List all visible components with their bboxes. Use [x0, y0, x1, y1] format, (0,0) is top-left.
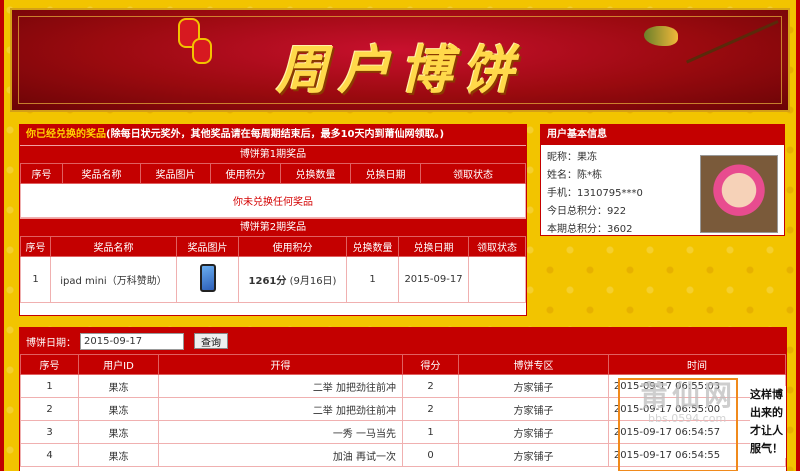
- record-user: 果冻: [78, 397, 159, 421]
- col-claim-status: 领取状态: [468, 236, 526, 257]
- col-index: 序号: [20, 163, 63, 184]
- period1-header-row: 序号 奖品名称 奖品图片 使用积分 兑换数量 兑换日期 领取状态: [20, 163, 526, 184]
- record-index: 1: [20, 374, 79, 398]
- date-input[interactable]: [80, 332, 184, 350]
- avatar: [700, 155, 778, 233]
- prizes-panel-header: 你已经兑换的奖品(除每日状元奖外，其他奖品请在每周期结束后，最多10天内到莆仙网…: [20, 125, 526, 145]
- col-prize-name: 奖品名称: [62, 163, 141, 184]
- record-user: 果冻: [78, 420, 159, 444]
- prize-date: 2015-09-17: [398, 256, 469, 303]
- period1-title: 博饼第1期奖品: [20, 145, 526, 163]
- col-redeem-date: 兑换日期: [398, 236, 469, 257]
- search-date-label: 博饼日期：: [26, 337, 76, 349]
- search-button[interactable]: 查询: [194, 333, 228, 349]
- col-redeem-date: 兑换日期: [350, 163, 421, 184]
- prizes-panel-note: (除每日状元奖外，其他奖品请在每周期结束后，最多10天内到莆仙网领取。): [106, 129, 445, 140]
- date-search-bar: 博饼日期： 查询: [20, 328, 786, 354]
- record-index: 3: [20, 420, 79, 444]
- record-result: 二举 加把劲往前冲: [158, 397, 403, 421]
- col-user-id: 用户ID: [78, 354, 159, 375]
- prize-name: ipad mini（万科赞助）: [50, 256, 177, 303]
- period2-table: 序号 奖品名称 奖品图片 使用积分 兑换数量 兑换日期 领取状态 1 ipad …: [20, 236, 526, 303]
- record-score: 2: [402, 397, 459, 421]
- prize-quantity: 1: [346, 256, 399, 303]
- col-index: 序号: [20, 354, 79, 375]
- record-index: 4: [20, 443, 79, 467]
- records-header-row: 序号 用户ID 开得 得分 博饼专区 时间: [20, 354, 786, 375]
- user-info-header: 用户基本信息: [541, 125, 784, 145]
- period2-title: 博饼第2期奖品: [20, 218, 526, 236]
- col-points-used: 使用积分: [238, 236, 347, 257]
- prizes-panel-title: 你已经兑换的奖品: [26, 129, 106, 140]
- record-result: 加油 再试一次: [158, 443, 403, 467]
- record-zone: 方家铺子: [458, 374, 609, 398]
- col-score: 得分: [402, 354, 459, 375]
- col-quantity: 兑换数量: [280, 163, 351, 184]
- user-info-panel: 用户基本信息 昵称：果冻 姓名：陈*栋 手机：1310795***0 今日总积分…: [540, 124, 785, 236]
- prize-status: [468, 256, 526, 303]
- header-banner: 周户博饼: [10, 8, 790, 112]
- points-date: (9月16日): [289, 276, 337, 287]
- empty-message: 你未兑换任何奖品: [20, 183, 526, 218]
- period2-header-row: 序号 奖品名称 奖品图片 使用积分 兑换数量 兑换日期 领取状态: [20, 236, 526, 257]
- points-value: 1261分: [248, 276, 287, 287]
- record-result: 二举 加把劲往前冲: [158, 374, 403, 398]
- record-result: 一秀 一马当先: [158, 420, 403, 444]
- col-result: 开得: [158, 354, 403, 375]
- banner-title: 周户博饼: [275, 40, 524, 101]
- period1-empty-row: 你未兑换任何奖品: [20, 183, 526, 218]
- watermark-logo: 莆仙网: [640, 379, 737, 412]
- col-prize-image: 奖品图片: [140, 163, 211, 184]
- record-score: 1: [402, 420, 459, 444]
- prize-image: [176, 256, 239, 303]
- record-zone: 方家铺子: [458, 420, 609, 444]
- col-quantity: 兑换数量: [346, 236, 399, 257]
- table-row: 1 ipad mini（万科赞助） 1261分 (9月16日) 1 2015-0…: [20, 256, 526, 303]
- record-zone: 方家铺子: [458, 397, 609, 421]
- col-points-used: 使用积分: [210, 163, 281, 184]
- record-score: 0: [402, 443, 459, 467]
- record-zone: 方家铺子: [458, 443, 609, 467]
- prize-points: 1261分 (9月16日): [238, 256, 347, 303]
- record-index: 2: [20, 397, 79, 421]
- col-prize-image: 奖品图片: [176, 236, 239, 257]
- ipad-icon: [199, 264, 216, 292]
- side-note: 这样博出来的才让人服气！: [750, 386, 786, 458]
- col-claim-status: 领取状态: [420, 163, 526, 184]
- record-user: 果冻: [78, 443, 159, 467]
- record-score: 2: [402, 374, 459, 398]
- col-zone: 博饼专区: [458, 354, 609, 375]
- col-prize-name: 奖品名称: [50, 236, 177, 257]
- prize-index: 1: [20, 256, 51, 303]
- period1-table: 序号 奖品名称 奖品图片 使用积分 兑换数量 兑换日期 领取状态 你未兑换任何奖…: [20, 163, 526, 218]
- redeemed-prizes-panel: 你已经兑换的奖品(除每日状元奖外，其他奖品请在每周期结束后，最多10天内到莆仙网…: [19, 124, 527, 316]
- col-time: 时间: [608, 354, 786, 375]
- col-index: 序号: [20, 236, 51, 257]
- record-user: 果冻: [78, 374, 159, 398]
- watermark-url: bbs.0594.com: [648, 412, 727, 425]
